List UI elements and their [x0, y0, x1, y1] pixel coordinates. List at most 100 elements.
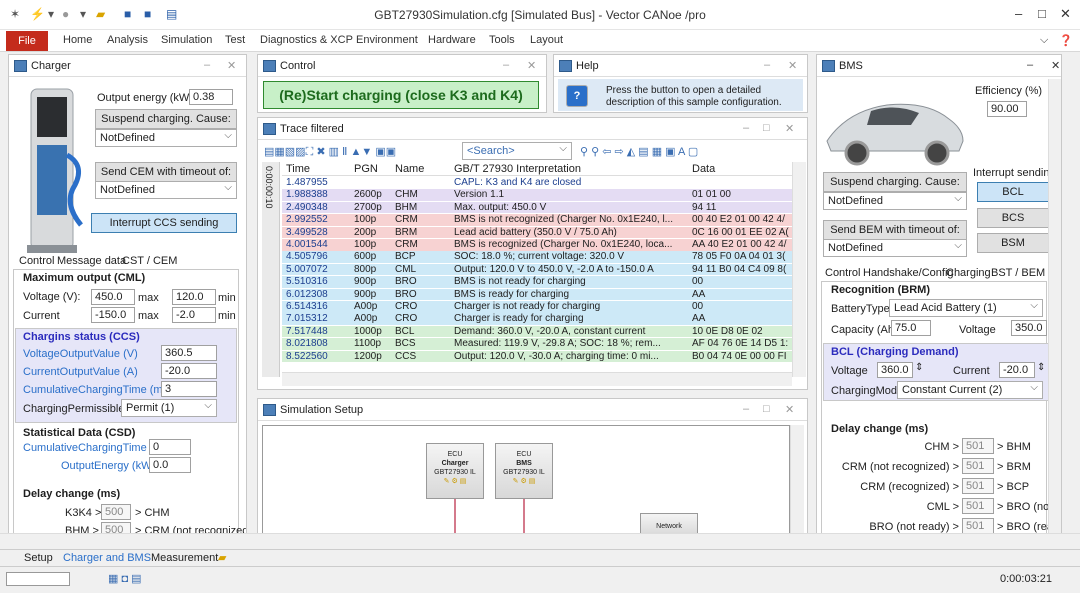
restart-charging-button[interactable]: (Re)Start charging (close K3 and K4): [263, 81, 539, 109]
trace-row[interactable]: 5.007072 800p CML Output: 120.0 V to 450.0 …: [282, 263, 792, 276]
status-icons[interactable]: ▦ ◘ ▤: [108, 572, 142, 585]
tab-message-data[interactable]: Message data: [57, 255, 126, 267]
menu-tools[interactable]: Tools: [489, 34, 515, 46]
close-icon[interactable]: ✕: [785, 122, 794, 135]
voltage-field[interactable]: 350.0: [1011, 320, 1047, 336]
trace-row[interactable]: 3.499528 200p BRM Lead acid battery (350.0 …: [282, 226, 792, 239]
col-name[interactable]: Name: [395, 163, 424, 175]
maximize-icon[interactable]: □: [763, 403, 770, 415]
menu-environment[interactable]: Environment: [356, 34, 418, 46]
tab-setup[interactable]: Setup: [24, 552, 53, 564]
minimize-icon[interactable]: –: [204, 59, 210, 71]
suspend-charging-button[interactable]: Suspend charging. Cause:: [95, 109, 237, 129]
trace-row[interactable]: 8.522560 1200p CCS Output: 120.0 V, -30.0 A…: [282, 350, 792, 363]
current-min-field[interactable]: -2.0: [172, 307, 216, 323]
col-time[interactable]: Time: [286, 163, 310, 175]
col-data[interactable]: Data: [692, 163, 715, 175]
trace-row[interactable]: 4.001544 100p CRM BMS is recognized (Charge…: [282, 239, 792, 251]
trace-row[interactable]: 1.487955 CAPL: K3 and K4 are closed: [282, 177, 792, 189]
battery-type-select[interactable]: Lead Acid Battery (1): [889, 299, 1043, 317]
minimize-icon[interactable]: –: [1027, 59, 1033, 71]
voltage-output-field[interactable]: 360.5: [161, 345, 217, 361]
menu-diagnostics[interactable]: Diagnostics & XCP: [260, 34, 353, 46]
menu-analysis[interactable]: Analysis: [107, 34, 148, 46]
trace-row[interactable]: 6.514316 A00p CRO Charger is not ready for …: [282, 301, 792, 313]
trace-row[interactable]: 4.505796 600p BCP SOC: 18.0 %; current volt…: [282, 251, 792, 263]
close-icon[interactable]: ✕: [227, 59, 236, 72]
voltage-max-field[interactable]: 450.0: [91, 289, 135, 305]
tab-measurement[interactable]: Measurement: [151, 552, 218, 564]
spinner-icon[interactable]: ⇕: [1037, 362, 1045, 373]
close-icon[interactable]: ✕: [788, 59, 797, 72]
csd-energy-field[interactable]: 0.0: [149, 457, 191, 473]
file-menu[interactable]: File: [6, 31, 48, 51]
bcl-button[interactable]: BCL: [977, 182, 1049, 202]
folder-icon[interactable]: ▰: [218, 551, 226, 564]
cumulative-time-field[interactable]: 3: [161, 381, 217, 397]
capacity-field[interactable]: 75.0: [891, 320, 931, 336]
trace-search-field[interactable]: <Search>: [462, 142, 572, 160]
bms-vscroll[interactable]: [1048, 79, 1061, 540]
search-icon[interactable]: ⚲ ⚲ ⇦ ⇨ ◭ ▤ ▦ ▣ A ▢: [580, 145, 698, 158]
bcs-button[interactable]: BCS: [977, 208, 1049, 228]
menu-test[interactable]: Test: [225, 34, 245, 46]
close-icon[interactable]: ✕: [1051, 59, 1060, 72]
trace-row[interactable]: 7.517448 1000p BCL Demand: 360.0 V, -20.0 A…: [282, 325, 792, 338]
suspend-cause-select[interactable]: NotDefined: [95, 129, 237, 147]
trace-row[interactable]: 6.012308 900p BRO BMS is ready for charging…: [282, 288, 792, 301]
charging-permissible-select[interactable]: Permit (1): [121, 399, 217, 417]
send-bem-select[interactable]: NotDefined: [823, 239, 967, 257]
tab-cst-cem[interactable]: CST / CEM: [122, 255, 177, 267]
collapse-ribbon-icon[interactable]: ⌵: [1040, 34, 1048, 47]
help-icon[interactable]: ❓: [1059, 34, 1073, 47]
toolbar-icons[interactable]: ▤▦▧▨⛶ ✖ ▥ Ⅱ ▲▼ ▣▣: [264, 145, 396, 159]
maximize-button[interactable]: □: [1038, 6, 1046, 21]
tab-handshake-config[interactable]: Handshake/Config: [863, 267, 954, 279]
trace-vscroll[interactable]: [792, 162, 806, 377]
suspend-cause-select[interactable]: NotDefined: [823, 192, 967, 210]
maximize-icon[interactable]: □: [763, 122, 770, 134]
csd-time-field[interactable]: 0: [149, 439, 191, 455]
tab-bst-bem[interactable]: BST / BEM: [991, 267, 1045, 279]
minimize-icon[interactable]: –: [764, 59, 770, 71]
bsm-button[interactable]: BSM: [977, 233, 1049, 253]
send-cem-button[interactable]: Send CEM with timeout of:: [95, 162, 237, 182]
close-button[interactable]: ✕: [1060, 6, 1071, 22]
tab-control[interactable]: Control: [19, 255, 54, 267]
bcl-current-field[interactable]: -20.0: [999, 362, 1035, 378]
bcl-voltage-field[interactable]: 360.0: [877, 362, 913, 378]
minimize-button[interactable]: –: [1015, 6, 1022, 21]
trace-row[interactable]: 2.992552 100p CRM BMS is not recognized (Ch…: [282, 214, 792, 226]
sim-vscroll[interactable]: [790, 425, 804, 537]
ecu-charger[interactable]: ECU Charger GBT27930 IL ✎ ⚙ ▤: [426, 443, 484, 499]
current-max-field[interactable]: -150.0: [91, 307, 135, 323]
voltage-min-field[interactable]: 120.0: [172, 289, 216, 305]
trace-row[interactable]: 5.510316 900p BRO BMS is not ready for char…: [282, 276, 792, 288]
menu-home[interactable]: Home: [63, 34, 92, 46]
tab-control[interactable]: Control: [825, 267, 860, 279]
menu-layout[interactable]: Layout: [530, 34, 563, 46]
ecu-bms[interactable]: ECU BMS GBT27930 IL ✎ ⚙ ▤: [495, 443, 553, 499]
send-cem-select[interactable]: NotDefined: [95, 181, 237, 199]
trace-row[interactable]: 2.490348 2700p BHM Max. output: 450.0 V 94 1…: [282, 201, 792, 214]
col-pgn[interactable]: PGN: [354, 163, 378, 175]
interrupt-ccs-button[interactable]: Interrupt CCS sending: [91, 213, 237, 233]
menu-simulation[interactable]: Simulation: [161, 34, 212, 46]
trace-hscroll[interactable]: [282, 372, 792, 386]
minimize-icon[interactable]: –: [503, 59, 509, 71]
close-icon[interactable]: ✕: [785, 403, 794, 416]
tab-charger-and-bms[interactable]: Charger and BMS: [63, 552, 151, 564]
tab-charging[interactable]: Charging: [946, 267, 991, 279]
minimize-icon[interactable]: –: [743, 403, 749, 415]
main-hscroll[interactable]: [0, 533, 1080, 547]
send-bem-button[interactable]: Send BEM with timeout of:: [823, 220, 967, 240]
suspend-charging-button[interactable]: Suspend charging. Cause:: [823, 172, 967, 192]
menu-hardware[interactable]: Hardware: [428, 34, 476, 46]
close-icon[interactable]: ✕: [527, 59, 536, 72]
current-output-field[interactable]: -20.0: [161, 363, 217, 379]
col-interpretation[interactable]: GB/T 27930 Interpretation: [454, 163, 581, 175]
charging-mode-select[interactable]: Constant Current (2): [897, 381, 1043, 399]
spinner-icon[interactable]: ⇕: [915, 362, 923, 373]
efficiency-field[interactable]: 90.00: [987, 101, 1027, 117]
trace-row[interactable]: 7.015312 A00p CRO Charger is ready for char…: [282, 313, 792, 325]
